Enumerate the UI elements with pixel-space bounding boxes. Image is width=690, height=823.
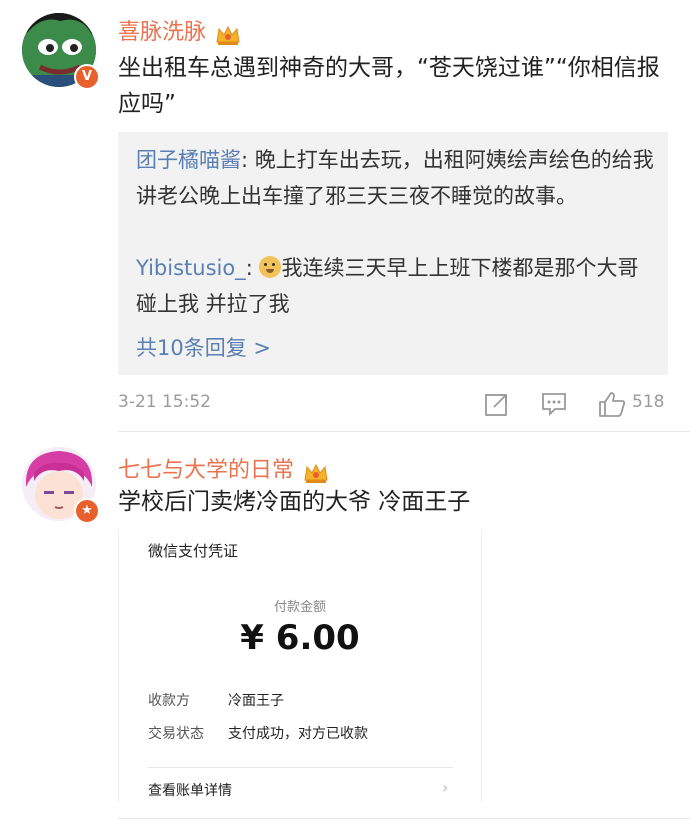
reply-username[interactable]: 团子橘喵酱 (136, 148, 241, 172)
receipt-divider (148, 767, 453, 768)
share-icon[interactable] (484, 391, 510, 417)
status-label: 交易状态 (148, 726, 204, 742)
thumbs-up-icon[interactable] (598, 390, 626, 418)
crown-icon (304, 463, 328, 483)
reply-separator: : (245, 256, 260, 280)
reply-username[interactable]: Yibistusio_ (136, 256, 246, 280)
crown-icon (216, 25, 240, 45)
like-count: 518 (632, 392, 665, 412)
payee-label: 收款方 (148, 693, 190, 709)
reply-2: Yibistusio_: 我连续三天早上上班下楼都是那个大哥碰上我 并拉了我 (136, 250, 656, 322)
view-bill-detail-link[interactable]: 查看账单详情 (148, 780, 232, 800)
chevron-right-icon: › (442, 778, 449, 797)
username[interactable]: 喜脉洗脉 (118, 20, 206, 45)
payment-receipt-image[interactable]: 微信支付凭证 付款金额 ¥ 6.00 收款方 冷面王子 交易状态 支付成功，对方… (118, 530, 482, 802)
amount-value: ¥ 6.00 (240, 618, 360, 658)
receipt-title: 微信支付凭证 (148, 542, 239, 560)
replies-box: 团子橘喵酱: 晚上打车出去玩，出租阿姨绘声绘色的给我讲老公晚上出车撞了邪三天三夜… (118, 132, 668, 375)
status-value: 支付成功，对方已收款 (228, 726, 368, 742)
doge-emoji-icon (259, 256, 282, 278)
amount-label: 付款金额 (273, 600, 326, 615)
username[interactable]: 七七与大学的日常 (118, 458, 294, 483)
timestamp: 3-21 15:52 (118, 392, 211, 412)
comment-divider (118, 431, 690, 432)
verified-badge-icon: V (74, 64, 100, 90)
verified-badge-icon: ★ (74, 498, 100, 524)
comment-icon[interactable] (541, 391, 567, 417)
payee-value: 冷面王子 (228, 693, 284, 709)
comment-text: 坐出租车总遇到神奇的大哥，“苍天饶过谁”“你相信报应吗” (118, 55, 660, 117)
more-replies-link[interactable]: 共10条回复 > (136, 332, 271, 362)
bottom-divider (118, 818, 690, 819)
reply-1: 团子橘喵酱: 晚上打车出去玩，出租阿姨绘声绘色的给我讲老公晚上出车撞了邪三天三夜… (136, 142, 656, 214)
comment-text: 学校后门卖烤冷面的大爷 冷面王子 (118, 489, 471, 515)
